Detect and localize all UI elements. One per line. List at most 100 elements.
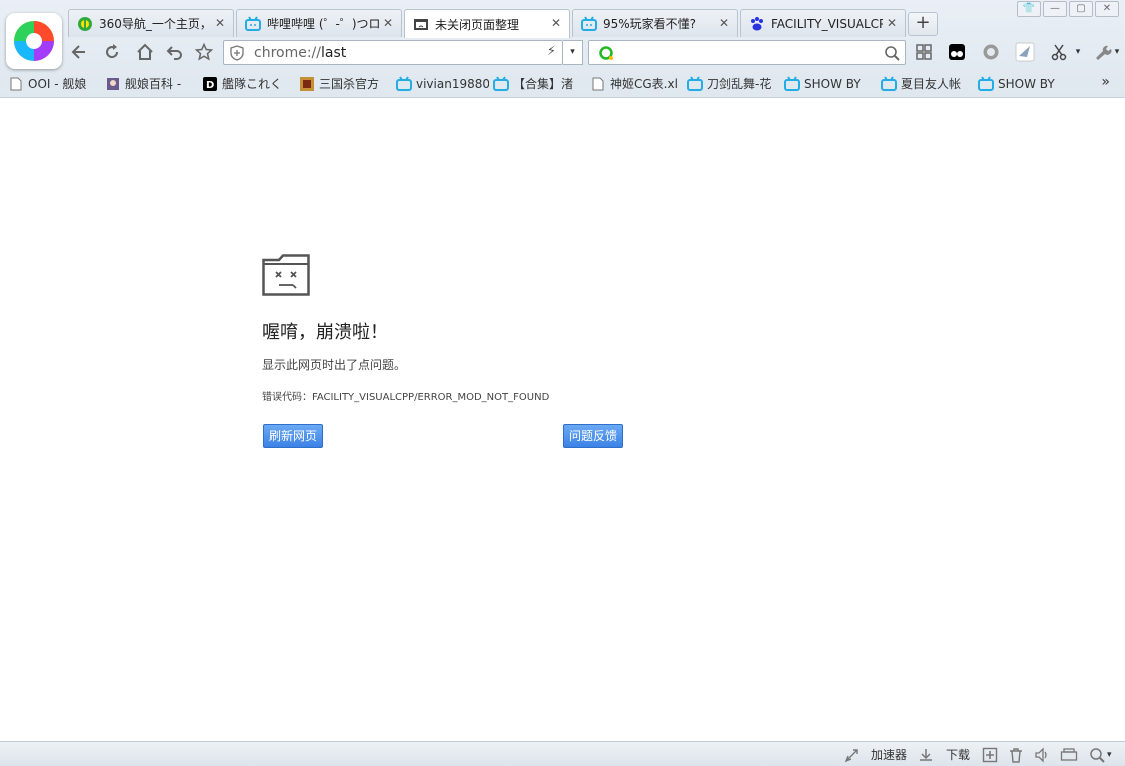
tampermonkey-extension-button[interactable] xyxy=(946,41,968,63)
tab-title: FACILITY_VISUALCP xyxy=(771,16,883,31)
error-code-line: 错误代码：FACILITY_VISUALCPP/ERROR_MOD_NOT_FO… xyxy=(262,388,549,403)
tab-95-players[interactable]: 95%玩家看不懂? ✕ xyxy=(572,9,738,37)
address-bar[interactable]: chrome://last ⚡ xyxy=(223,40,563,65)
close-window-button[interactable]: ✕ xyxy=(1095,1,1119,17)
home-icon xyxy=(137,43,153,60)
close-tab-icon[interactable]: ✕ xyxy=(549,16,563,30)
printer-icon xyxy=(1060,747,1078,761)
navigation-toolbar: chrome://last ⚡ ▾ ▾ ▾ xyxy=(0,37,1125,69)
feedback-button[interactable]: 问题反馈 xyxy=(563,424,624,448)
sad-folder-icon xyxy=(413,16,429,32)
tab-unclosed-pages[interactable]: 未关闭页面整理 ✕ xyxy=(404,9,570,38)
bilibili-icon xyxy=(493,75,509,92)
page-icon xyxy=(590,76,606,92)
tab-title: 未关闭页面整理 xyxy=(435,17,520,32)
chevron-down-icon[interactable]: ▾ xyxy=(1111,41,1123,63)
chevron-down-icon: ▾ xyxy=(1107,749,1112,760)
bookmark-item[interactable]: SHOW BY xyxy=(784,74,877,94)
apps-grid-icon xyxy=(916,44,932,60)
bilibili-icon xyxy=(396,75,412,92)
screenshot-scissors-button[interactable] xyxy=(1048,41,1070,63)
bookmark-item[interactable]: 神姬CG表.xl xyxy=(590,74,683,94)
search-engine-icon[interactable] xyxy=(598,45,614,64)
minimize-button[interactable]: — xyxy=(1043,1,1067,17)
browser-chrome: 360导航_一个主页， ✕ 哔哩哔哩 (゜-゜)つロ ✕ 未关闭页面整理 ✕ 9… xyxy=(0,0,1125,98)
bird-extension-button[interactable] xyxy=(1014,41,1036,63)
speed-mode-bolt-icon[interactable]: ⚡ xyxy=(547,44,556,59)
undo-close-button[interactable] xyxy=(163,40,187,64)
tab-strip: 360导航_一个主页， ✕ 哔哩哔哩 (゜-゜)つロ ✕ 未关闭页面整理 ✕ 9… xyxy=(68,9,938,38)
refresh-icon xyxy=(106,44,119,59)
tab-title: 360导航_一个主页， xyxy=(99,17,211,31)
new-tab-button[interactable]: + xyxy=(908,12,938,36)
bird-icon xyxy=(1015,42,1035,62)
kancolle-icon xyxy=(105,76,121,92)
sad-folder-icon xyxy=(262,254,310,296)
bilibili-icon xyxy=(245,15,261,32)
tab-title: 哔哩哔哩 (゜-゜)つロ xyxy=(267,17,379,31)
maximize-button[interactable]: ▢ xyxy=(1069,1,1093,17)
bilibili-icon xyxy=(978,75,994,92)
scissors-icon xyxy=(1051,44,1067,61)
svg-text:D: D xyxy=(206,80,214,91)
address-dropdown-button[interactable]: ▾ xyxy=(563,40,583,65)
tab-360-nav[interactable]: 360导航_一个主页， ✕ xyxy=(68,9,234,37)
undo-icon xyxy=(166,46,182,60)
circle-extension-button[interactable] xyxy=(980,41,1002,63)
bookmark-item[interactable]: OOI - 舰娘 xyxy=(8,74,101,94)
chevron-down-icon[interactable]: ▾ xyxy=(1072,41,1084,63)
device-button[interactable] xyxy=(1060,746,1078,763)
volume-button[interactable] xyxy=(1034,746,1050,763)
reload-page-button[interactable]: 刷新网页 xyxy=(263,424,324,448)
back-arrow-icon xyxy=(71,45,85,59)
tab-bilibili[interactable]: 哔哩哔哩 (゜-゜)つロ ✕ xyxy=(236,9,402,37)
refresh-button[interactable] xyxy=(100,40,124,64)
zoom-button[interactable]: ▾ xyxy=(1089,746,1112,763)
star-icon xyxy=(195,43,213,61)
bookmark-item[interactable]: 刀剑乱舞-花 xyxy=(687,74,780,94)
bookmark-item[interactable]: 【合集】渚 xyxy=(493,74,586,94)
download-button[interactable]: 下载 xyxy=(918,746,970,763)
home-button[interactable] xyxy=(133,40,157,64)
search-icon[interactable] xyxy=(884,45,900,64)
favorite-button[interactable] xyxy=(192,40,216,64)
crash-page: 喔唷，崩溃啦！ 显示此网页时出了点问题。 错误代码：FACILITY_VISUA… xyxy=(0,98,1125,741)
app-store-button[interactable] xyxy=(913,41,935,63)
bilibili-icon xyxy=(881,75,897,92)
bilibili-icon xyxy=(581,15,597,32)
bookmarks-overflow-button[interactable]: » xyxy=(1101,74,1110,90)
baidu-paw-icon xyxy=(749,16,765,32)
bookmark-item[interactable]: D 艦隊これく xyxy=(202,74,295,94)
window-controls: 👕 — ▢ ✕ xyxy=(1017,1,1119,17)
page-icon xyxy=(8,76,24,92)
back-button[interactable] xyxy=(66,40,90,64)
security-shield-icon xyxy=(230,45,244,64)
crash-title: 喔唷，崩溃啦！ xyxy=(262,322,388,343)
close-tab-icon[interactable]: ✕ xyxy=(213,16,227,30)
bilibili-icon xyxy=(687,75,703,92)
error-code-label: 错误代码： xyxy=(262,392,312,403)
360-nav-icon xyxy=(77,16,93,32)
crash-description: 显示此网页时出了点问题。 xyxy=(262,358,407,372)
add-panel-button[interactable] xyxy=(982,746,998,763)
tab-facility-visualcpp[interactable]: FACILITY_VISUALCP ✕ xyxy=(740,9,906,37)
bookmark-item[interactable]: SHOW BY xyxy=(978,74,1071,94)
wrench-icon xyxy=(1096,45,1112,60)
bookmark-item[interactable]: vivian19880 xyxy=(396,74,489,94)
zoom-icon xyxy=(1090,747,1105,763)
close-tab-icon[interactable]: ✕ xyxy=(885,16,899,30)
clear-cache-button[interactable] xyxy=(1008,746,1024,763)
close-tab-icon[interactable]: ✕ xyxy=(717,16,731,30)
address-text: chrome://last xyxy=(254,45,347,61)
sanguosha-icon xyxy=(299,76,315,92)
trash-icon xyxy=(1010,747,1022,763)
skin-shirt-icon[interactable]: 👕 xyxy=(1017,1,1041,17)
download-icon xyxy=(920,748,932,761)
close-tab-icon[interactable]: ✕ xyxy=(381,16,395,30)
bookmarks-bar: OOI - 舰娘 舰娘百科 - D 艦隊これく 三国杀官方 vivian1988… xyxy=(0,70,1125,97)
bookmark-item[interactable]: 舰娘百科 - xyxy=(105,74,198,94)
search-box[interactable] xyxy=(588,40,906,65)
bookmark-item[interactable]: 三国杀官方 xyxy=(299,74,392,94)
accelerator-button[interactable]: 加速器 xyxy=(844,746,907,763)
bookmark-item[interactable]: 夏目友人帐 xyxy=(881,74,974,94)
